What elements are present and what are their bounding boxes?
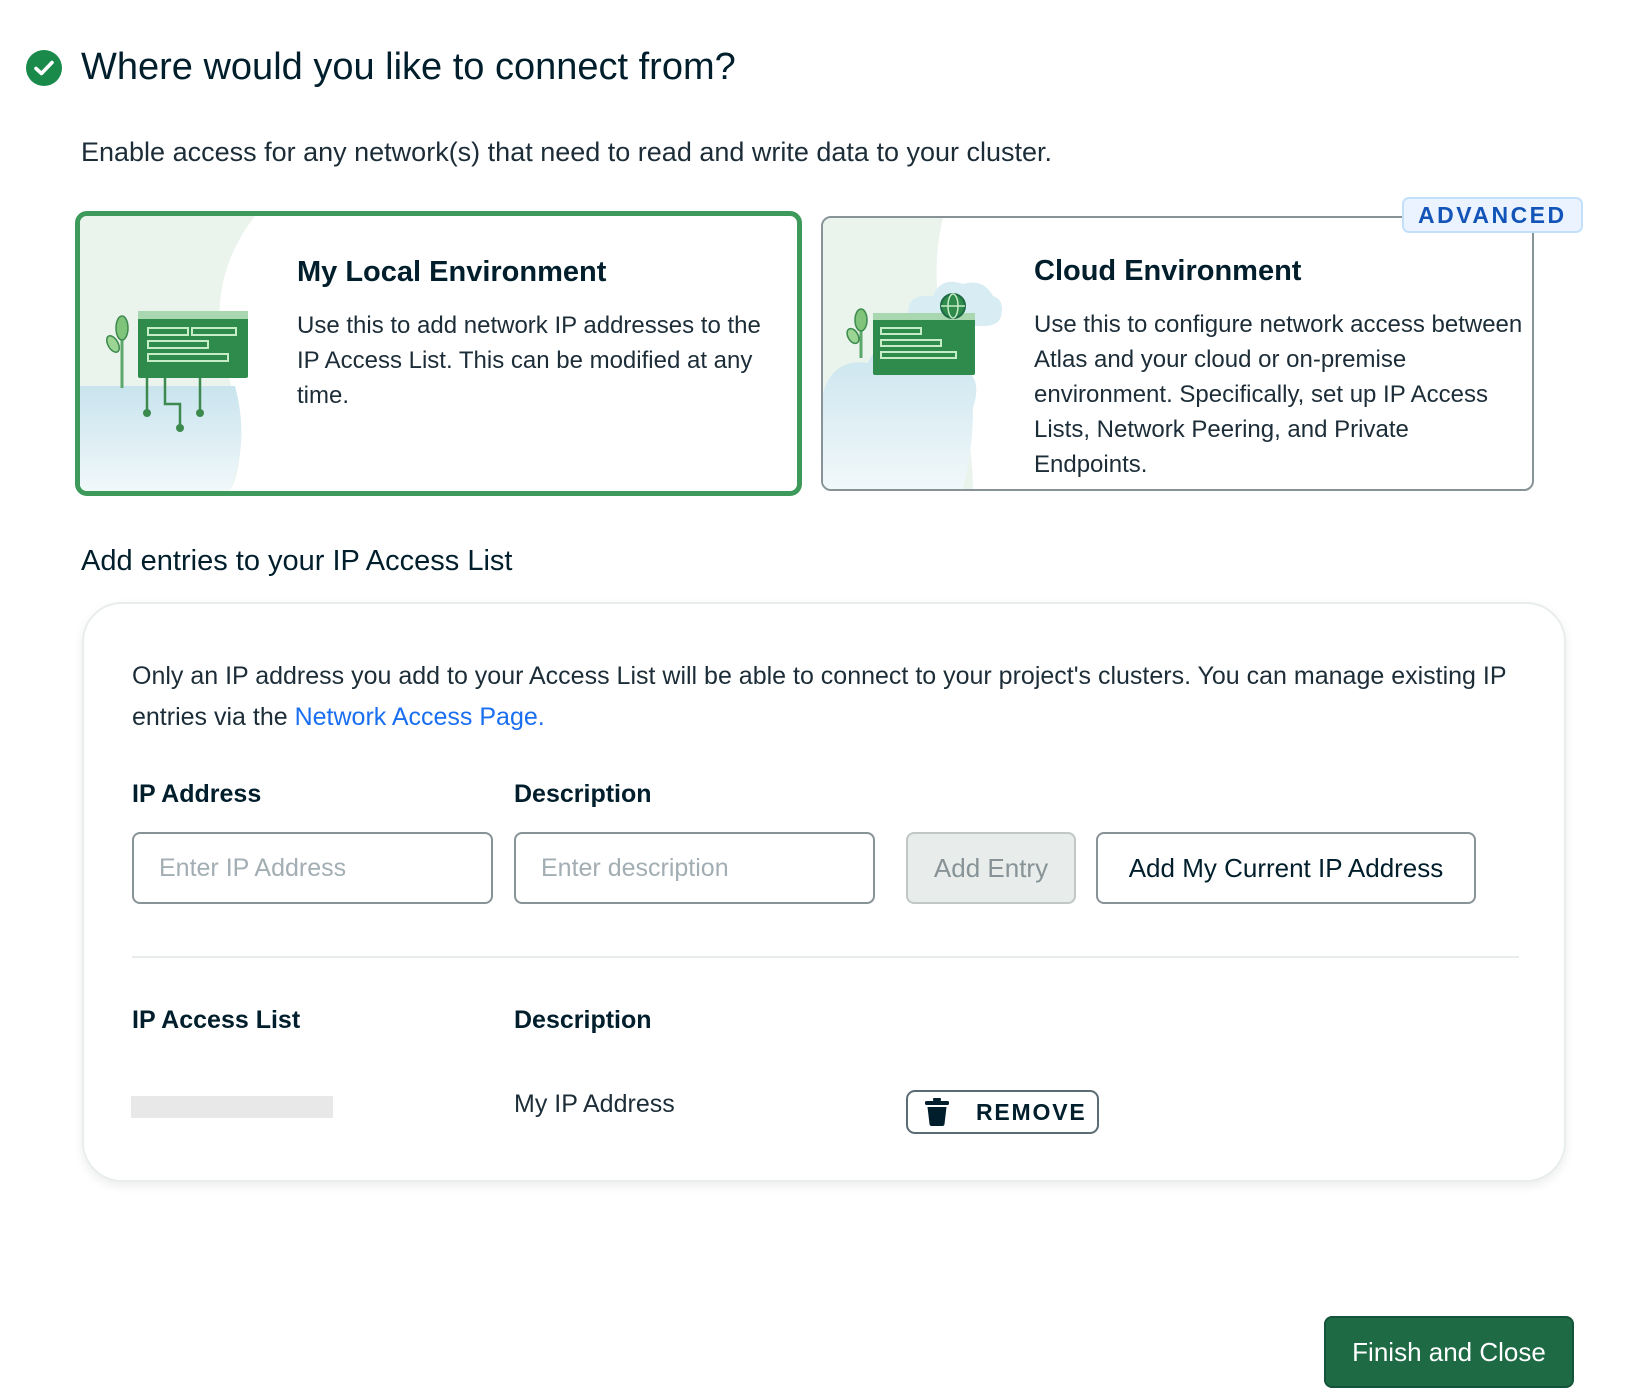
page-subtitle: Enable access for any network(s) that ne… [81,137,1053,167]
check-circle-icon [26,49,62,86]
table-row-description: My IP Address [514,1090,675,1118]
remove-entry-button[interactable]: REMOVE [906,1090,1099,1134]
ip-address-input[interactable] [132,832,493,904]
ip-access-list-header: IP Access List [132,1006,301,1034]
access-list-panel: Only an IP address you add to your Acces… [82,602,1566,1182]
network-access-page-link[interactable]: Network Access Page. [295,703,545,731]
page-heading: Where would you like to connect from? [26,46,736,89]
description-label: Description [514,780,652,808]
page: Where would you like to connect from? En… [0,0,1626,1400]
add-current-ip-button[interactable]: Add My Current IP Address [1096,832,1476,904]
access-list-info: Only an IP address you add to your Acces… [132,656,1522,738]
advanced-badge: ADVANCED [1402,197,1583,233]
ip-address-label: IP Address [132,780,262,808]
local-environment-description: Use this to add network IP addresses to … [297,312,761,409]
local-environment-title: My Local Environment [297,256,607,288]
cloud-environment-description: Use this to configure network access bet… [1034,311,1523,478]
local-environment-illustration [80,216,255,491]
trash-icon [924,1097,952,1127]
remove-label: REMOVE [976,1098,1087,1125]
cloud-environment-card[interactable]: Cloud Environment Use this to configure … [821,216,1534,491]
finish-and-close-button[interactable]: Finish and Close [1324,1316,1574,1388]
description-header: Description [514,1006,652,1034]
description-input[interactable] [514,832,875,904]
local-environment-card[interactable]: My Local Environment Use this to add net… [75,211,802,496]
access-list-section-title: Add entries to your IP Access List [81,545,513,577]
page-title: Where would you like to connect from? [81,46,736,88]
section-divider [132,956,1519,958]
cloud-environment-illustration [823,218,1002,489]
redacted-ip-address [131,1096,333,1118]
add-entry-button[interactable]: Add Entry [906,832,1076,904]
cloud-environment-title: Cloud Environment [1034,255,1302,287]
